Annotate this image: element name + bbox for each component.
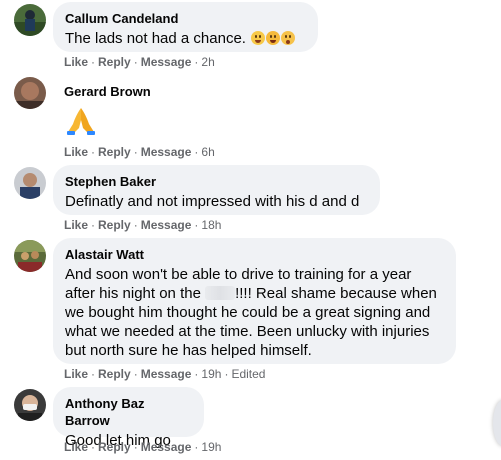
comment-actions: Like · Reply · Message · 19h <box>64 440 222 454</box>
comment-author[interactable]: Gerard Brown <box>64 83 151 100</box>
comment-text: The lads not had a chance. <box>65 29 306 48</box>
avatar[interactable] <box>14 4 46 36</box>
comment-actions: Like · Reply · Message · 19h · Edited <box>64 367 266 381</box>
scroll-edge-button[interactable] <box>493 400 501 446</box>
comment-timestamp[interactable]: 18h <box>201 218 221 232</box>
comment-actions: Like · Reply · Message · 6h <box>64 145 215 159</box>
comment-author[interactable]: Stephen Baker <box>65 173 368 190</box>
like-button[interactable]: Like <box>64 367 88 381</box>
reply-button[interactable]: Reply <box>98 218 131 232</box>
message-button[interactable]: Message <box>141 367 192 381</box>
message-button[interactable]: Message <box>141 145 192 159</box>
avatar[interactable] <box>14 389 46 421</box>
comment-bubble: Anthony Baz Barrow Good let him go <box>53 387 204 449</box>
message-button[interactable]: Message <box>141 55 192 69</box>
comment-bubble: Stephen Baker Definatly and not impresse… <box>53 165 380 215</box>
comment-text: And soon won't be able to drive to train… <box>65 265 444 360</box>
comment-bubble: Alastair Watt And soon won't be able to … <box>53 238 456 364</box>
avatar[interactable] <box>14 167 46 199</box>
like-button[interactable]: Like <box>64 145 88 159</box>
reply-button[interactable]: Reply <box>98 367 131 381</box>
comment-author[interactable]: Callum Candeland <box>65 10 306 27</box>
comment-timestamp[interactable]: 19h <box>201 367 221 381</box>
comment-timestamp[interactable]: 19h <box>201 440 221 454</box>
reply-button[interactable]: Reply <box>98 440 131 454</box>
grimacing-face-icon <box>251 31 266 45</box>
comment-bubble: Callum Candeland The lads not had a chan… <box>53 2 318 52</box>
message-button[interactable]: Message <box>141 440 192 454</box>
redacted-text <box>205 286 236 300</box>
folded-hands-icon <box>67 108 95 135</box>
avatar[interactable] <box>14 240 46 272</box>
flushed-face-icon <box>281 31 296 45</box>
comment-text-body: The lads not had a chance. <box>65 30 246 47</box>
comment-text: Definatly and not impressed with his d a… <box>65 193 360 210</box>
comment-actions: Like · Reply · Message · 2h <box>64 55 215 69</box>
comment-actions: Like · Reply · Message · 18h <box>64 218 222 232</box>
like-button[interactable]: Like <box>64 218 88 232</box>
edited-label: Edited <box>231 367 266 381</box>
comment-timestamp[interactable]: 2h <box>201 55 214 69</box>
like-button[interactable]: Like <box>64 55 88 69</box>
comment-body: Gerard Brown <box>64 83 151 136</box>
avatar[interactable] <box>14 77 46 109</box>
comment-timestamp[interactable]: 6h <box>201 145 214 159</box>
reply-button[interactable]: Reply <box>98 145 131 159</box>
comment-author[interactable]: Alastair Watt <box>65 246 444 263</box>
comment-author[interactable]: Anthony Baz Barrow <box>65 395 192 429</box>
tears-of-joy-icon <box>266 31 281 45</box>
message-button[interactable]: Message <box>141 218 192 232</box>
like-button[interactable]: Like <box>64 440 88 454</box>
reply-button[interactable]: Reply <box>98 55 131 69</box>
